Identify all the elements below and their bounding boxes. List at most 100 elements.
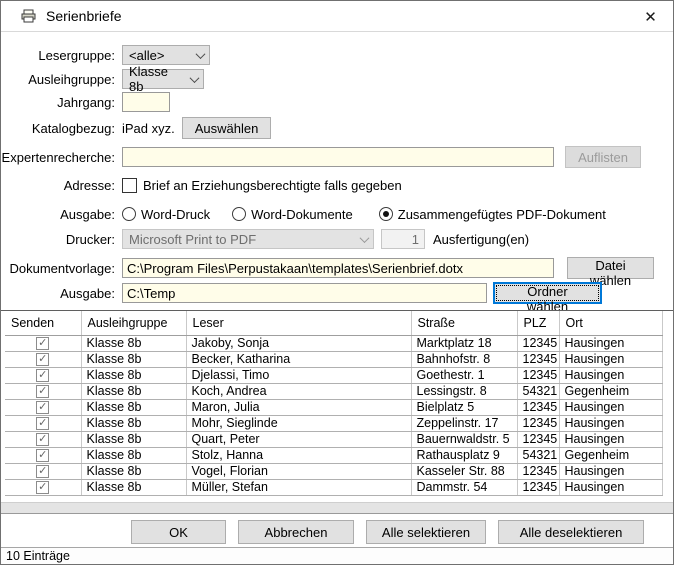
table-row[interactable]: ✓Klasse 8bQuart, PeterBauernwaldstr. 512…: [5, 431, 662, 447]
auflisten-button: Auflisten: [565, 146, 641, 168]
adresse-checkbox-label: Brief an Erziehungsberechtigte falls geg…: [143, 178, 402, 193]
ok-button[interactable]: OK: [131, 520, 226, 544]
lesergruppe-dropdown[interactable]: <alle>: [122, 45, 210, 65]
col-ausleihgruppe[interactable]: Ausleihgruppe: [81, 311, 186, 335]
senden-checkbox[interactable]: ✓: [36, 369, 49, 382]
col-senden[interactable]: Senden: [5, 311, 81, 335]
senden-checkbox[interactable]: ✓: [36, 417, 49, 430]
check-icon: ✓: [38, 353, 47, 365]
cell-leser: Djelassi, Timo: [186, 367, 411, 383]
table-row[interactable]: ✓Klasse 8bMohr, SieglindeZeppelinstr. 17…: [5, 415, 662, 431]
cell-ausleihgruppe: Klasse 8b: [81, 415, 186, 431]
datei-waehlen-button[interactable]: Datei wählen: [567, 257, 654, 279]
footer: OK Abbrechen Alle selektieren Alle desel…: [1, 515, 673, 547]
senden-checkbox[interactable]: ✓: [36, 385, 49, 398]
row-jahrgang: Jahrgang:: [1, 91, 673, 113]
check-icon: ✓: [38, 433, 47, 445]
table-row[interactable]: ✓Klasse 8bVogel, FlorianKasseler Str. 88…: [5, 463, 662, 479]
col-strasse[interactable]: Straße: [411, 311, 517, 335]
cell-senden: ✓: [5, 447, 81, 463]
ausgabe-ordner-label: Ausgabe:: [1, 286, 115, 301]
col-plz[interactable]: PLZ: [517, 311, 559, 335]
row-expertenrecherche: Expertenrecherche: Auflisten: [1, 146, 673, 168]
cell-senden: ✓: [5, 431, 81, 447]
expertenrecherche-input[interactable]: [122, 147, 554, 167]
chevron-down-icon: [190, 73, 200, 83]
cell-leser: Maron, Julia: [186, 399, 411, 415]
radio-pdf-dokument[interactable]: Zusammengefügtes PDF-Dokument: [379, 207, 606, 222]
senden-checkbox[interactable]: ✓: [36, 337, 49, 350]
ausleihgruppe-dropdown[interactable]: Klasse 8b: [122, 69, 204, 89]
col-ort[interactable]: Ort: [559, 311, 662, 335]
horizontal-scrollbar[interactable]: [1, 502, 673, 513]
table-row[interactable]: ✓Klasse 8bMüller, StefanDammstr. 5412345…: [5, 479, 662, 495]
dokumentvorlage-input[interactable]: [122, 258, 554, 278]
cell-plz: 12345: [517, 367, 559, 383]
cell-plz: 12345: [517, 399, 559, 415]
select-all-button[interactable]: Alle selektieren: [366, 520, 486, 544]
cell-strasse: Marktplatz 18: [411, 335, 517, 351]
cell-plz: 12345: [517, 431, 559, 447]
row-adresse: Adresse: Brief an Erziehungsberechtigte …: [1, 174, 673, 196]
window-title: Serienbriefe: [46, 8, 122, 24]
reader-table-panel: Senden Ausleihgruppe Leser Straße PLZ Or…: [1, 310, 673, 514]
table-row[interactable]: ✓Klasse 8bStolz, HannaRathausplatz 95432…: [5, 447, 662, 463]
cell-leser: Müller, Stefan: [186, 479, 411, 495]
senden-checkbox[interactable]: ✓: [36, 353, 49, 366]
cell-strasse: Rathausplatz 9: [411, 447, 517, 463]
cell-leser: Becker, Katharina: [186, 351, 411, 367]
table-row[interactable]: ✓Klasse 8bDjelassi, TimoGoethestr. 11234…: [5, 367, 662, 383]
row-ausgabe-art: Ausgabe: Word-Druck Word-Dokumente Zusam…: [1, 203, 673, 225]
cell-ort: Hausingen: [559, 367, 662, 383]
senden-checkbox[interactable]: ✓: [36, 481, 49, 494]
cell-strasse: Bielplatz 5: [411, 399, 517, 415]
senden-checkbox[interactable]: ✓: [36, 465, 49, 478]
cell-strasse: Goethestr. 1: [411, 367, 517, 383]
table-row[interactable]: ✓Klasse 8bMaron, JuliaBielplatz 512345Ha…: [5, 399, 662, 415]
serienbriefe-dialog: Serienbriefe ✕ Lesergruppe: <alle> Ausle…: [0, 0, 674, 565]
senden-checkbox[interactable]: ✓: [36, 449, 49, 462]
cell-senden: ✓: [5, 399, 81, 415]
senden-checkbox[interactable]: ✓: [36, 401, 49, 414]
reader-table-body: ✓Klasse 8bJakoby, SonjaMarktplatz 181234…: [5, 335, 662, 495]
drucker-label: Drucker:: [1, 232, 115, 247]
cell-ort: Gegenheim: [559, 447, 662, 463]
cell-plz: 12345: [517, 463, 559, 479]
deselect-all-button[interactable]: Alle deselektieren: [498, 520, 644, 544]
cell-ausleihgruppe: Klasse 8b: [81, 399, 186, 415]
cell-ausleihgruppe: Klasse 8b: [81, 383, 186, 399]
auswaehlen-button[interactable]: Auswählen: [182, 117, 271, 139]
cell-ausleihgruppe: Klasse 8b: [81, 463, 186, 479]
table-row[interactable]: ✓Klasse 8bBecker, KatharinaBahnhofstr. 8…: [5, 351, 662, 367]
ausleihgruppe-value: Klasse 8b: [129, 64, 183, 94]
cell-leser: Mohr, Sieglinde: [186, 415, 411, 431]
table-row[interactable]: ✓Klasse 8bKoch, AndreaLessingstr. 854321…: [5, 383, 662, 399]
ordner-waehlen-button[interactable]: Ordner wählen: [493, 282, 602, 304]
adresse-checkbox[interactable]: [122, 178, 137, 193]
ausgabe-ordner-input[interactable]: [122, 283, 487, 303]
radio-word-druck[interactable]: Word-Druck: [122, 207, 210, 222]
ausgabe-art-label: Ausgabe:: [1, 207, 115, 222]
check-icon: ✓: [38, 481, 47, 493]
col-leser[interactable]: Leser: [186, 311, 411, 335]
cancel-button[interactable]: Abbrechen: [238, 520, 354, 544]
cell-ort: Hausingen: [559, 351, 662, 367]
dokumentvorlage-label: Dokumentvorlage:: [1, 261, 115, 276]
cell-ort: Hausingen: [559, 415, 662, 431]
cell-senden: ✓: [5, 351, 81, 367]
table-row[interactable]: ✓Klasse 8bJakoby, SonjaMarktplatz 181234…: [5, 335, 662, 351]
table-header-row: Senden Ausleihgruppe Leser Straße PLZ Or…: [5, 311, 662, 335]
close-button[interactable]: ✕: [628, 1, 673, 32]
radio-word-dokumente[interactable]: Word-Dokumente: [232, 207, 353, 222]
jahrgang-input[interactable]: [122, 92, 170, 112]
drucker-dropdown: Microsoft Print to PDF: [122, 229, 374, 249]
cell-strasse: Bahnhofstr. 8: [411, 351, 517, 367]
copies-label: Ausfertigung(en): [433, 232, 529, 247]
chevron-down-icon: [196, 49, 206, 59]
cell-ausleihgruppe: Klasse 8b: [81, 431, 186, 447]
cell-senden: ✓: [5, 479, 81, 495]
cell-senden: ✓: [5, 463, 81, 479]
drucker-value: Microsoft Print to PDF: [129, 232, 256, 247]
row-dokumentvorlage: Dokumentvorlage: Datei wählen: [1, 257, 673, 279]
senden-checkbox[interactable]: ✓: [36, 433, 49, 446]
